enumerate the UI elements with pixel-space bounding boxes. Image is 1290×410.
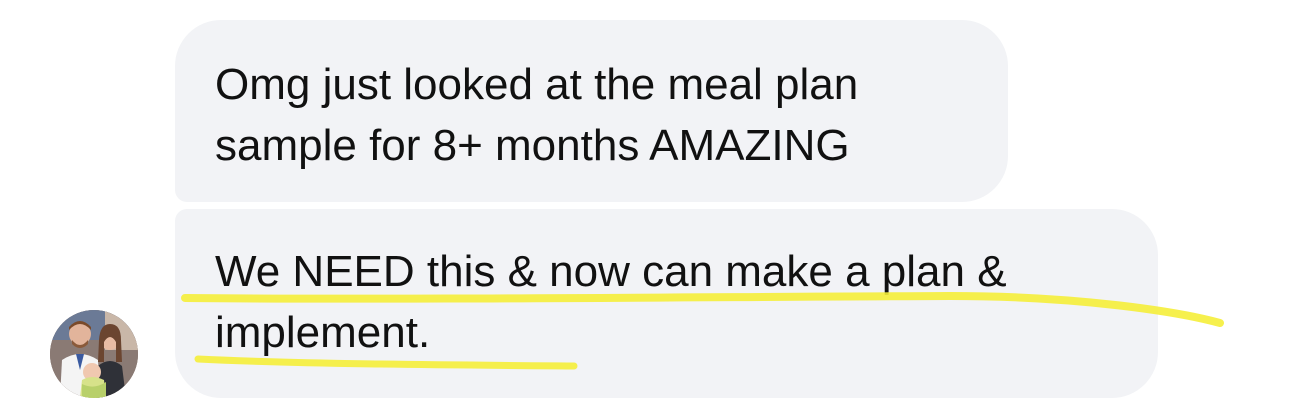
couple-photo-icon: [50, 310, 138, 398]
avatar[interactable]: [50, 310, 138, 398]
message-text-line: implement.: [215, 308, 431, 357]
message-bubble[interactable]: Omg just looked at the meal plan sample …: [175, 20, 1008, 202]
message-thread: Omg just looked at the meal plan sample …: [0, 0, 1290, 410]
message-text-line: sample for 8+ months AMAZING: [215, 121, 850, 170]
message-bubble[interactable]: We NEED this & now can make a plan & imp…: [175, 209, 1158, 398]
message-text-line: Omg just looked at the meal plan: [215, 60, 859, 109]
message-text-line: We NEED this & now can make a plan &: [215, 247, 1007, 296]
